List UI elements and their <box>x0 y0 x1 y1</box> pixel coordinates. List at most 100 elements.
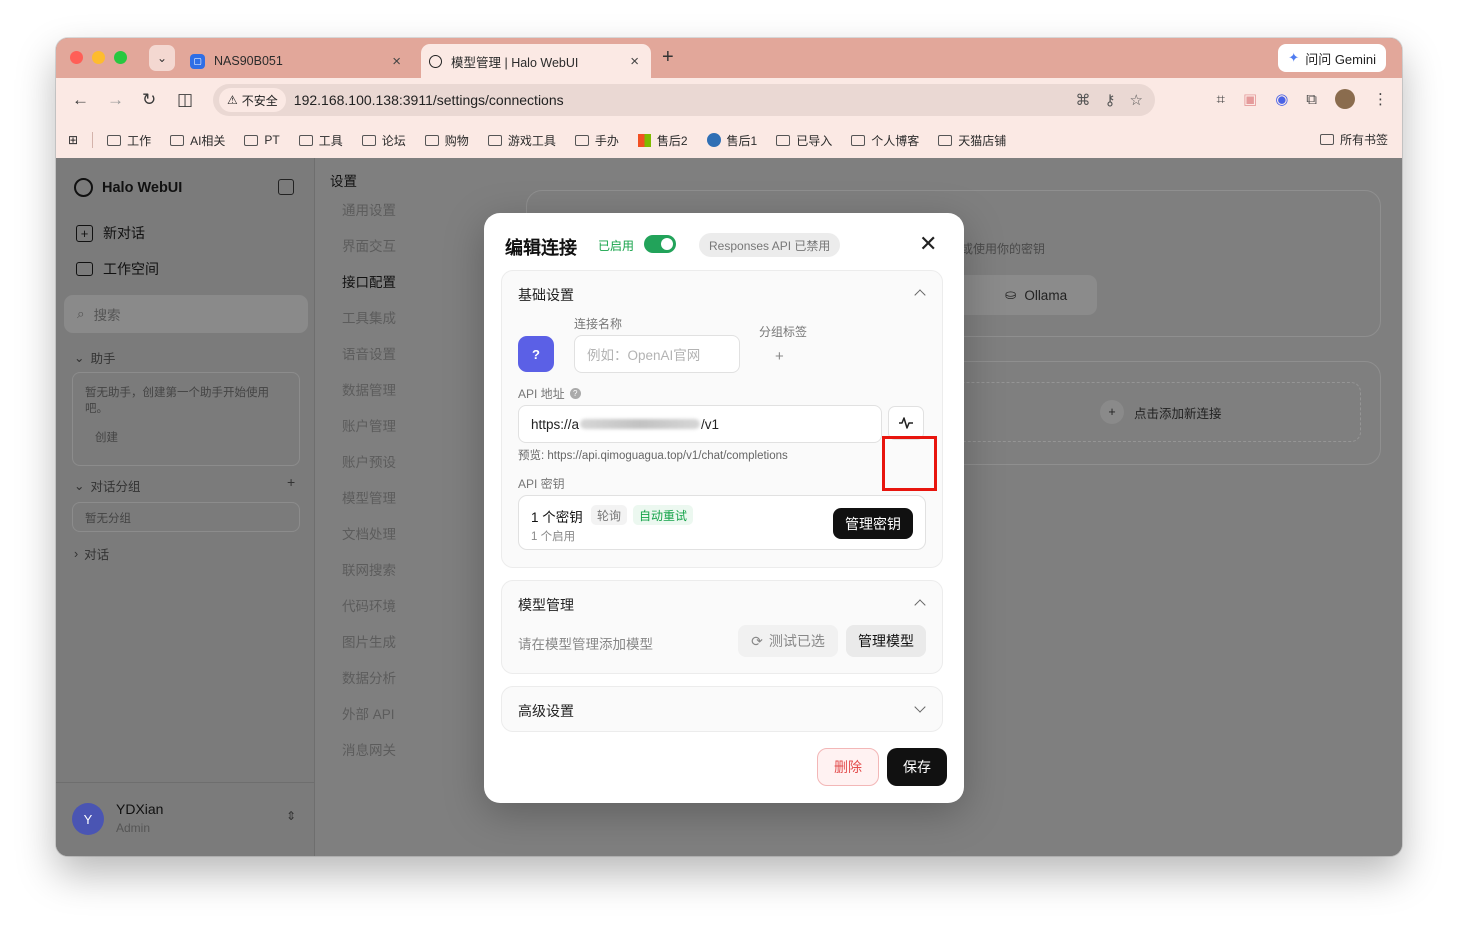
tab-halo-webui[interactable]: 模型管理 | Halo WebUI × <box>421 44 651 78</box>
bookmark-folder[interactable]: 工作 <box>107 132 151 149</box>
minimize-window-button[interactable] <box>92 51 105 64</box>
extension-icon[interactable]: ⌗ <box>1217 91 1225 108</box>
manage-models-button[interactable]: 管理模型 <box>846 625 926 657</box>
settings-nav-audio[interactable]: 语音设置 <box>342 343 396 363</box>
tab-search-button[interactable]: ⌄ <box>149 45 175 71</box>
groups-empty-card: 暂无分组 <box>72 502 300 532</box>
close-window-button[interactable] <box>70 51 83 64</box>
responses-api-badge[interactable]: Responses API 已禁用 <box>699 233 841 257</box>
settings-nav-web-search[interactable]: 联网搜索 <box>342 559 396 579</box>
folder-icon <box>170 134 185 146</box>
close-icon[interactable]: ✕ <box>919 233 937 255</box>
settings-nav-interface[interactable]: 界面交互 <box>342 235 396 255</box>
more-menu-icon[interactable]: ⋮ <box>1373 90 1388 108</box>
settings-nav-account-presets[interactable]: 账户预设 <box>342 451 396 471</box>
settings-nav-message-gateway[interactable]: 消息网关 <box>342 739 396 759</box>
extension-icon[interactable]: ◉ <box>1275 90 1288 108</box>
new-tab-button[interactable]: + <box>662 46 674 69</box>
close-tab-icon[interactable]: × <box>630 53 639 70</box>
profile-avatar[interactable] <box>1335 89 1355 109</box>
bookmark-folder[interactable]: AI相关 <box>170 132 225 149</box>
extensions-puzzle-icon[interactable]: ⧉ <box>1306 91 1317 108</box>
workspace-button[interactable]: 工作空间 <box>76 259 159 279</box>
bookmark-star-icon[interactable]: ☆ <box>1130 91 1143 109</box>
bookmark-link[interactable]: 售后1 <box>706 132 757 149</box>
settings-nav-documents[interactable]: 文档处理 <box>342 523 396 543</box>
new-chat-button[interactable]: + 新对话 <box>76 223 145 243</box>
chats-section-toggle[interactable]: › 对话 <box>74 544 109 563</box>
translate-icon[interactable]: ⌘ <box>1076 91 1091 109</box>
settings-nav-models[interactable]: 模型管理 <box>342 487 396 507</box>
settings-nav-external-api[interactable]: 外部 API <box>342 703 395 723</box>
delete-button[interactable]: 删除 <box>817 748 879 786</box>
enabled-toggle[interactable] <box>644 235 676 253</box>
groups-section-toggle[interactable]: ⌄ 对话分组 <box>74 476 141 495</box>
add-connection-button[interactable]: + 点击添加新连接 <box>1100 400 1222 424</box>
chevron-down-icon[interactable] <box>914 701 926 713</box>
api-url-input[interactable]: https://a /v1 <box>518 405 882 443</box>
settings-nav-data[interactable]: 数据管理 <box>342 379 396 399</box>
bookmark-folder[interactable]: 手办 <box>574 132 619 149</box>
forward-icon[interactable]: → <box>107 90 124 110</box>
tab-nas[interactable]: ▢ NAS90B051 × <box>183 44 413 78</box>
bookmark-label: 论坛 <box>381 133 406 148</box>
address-bar[interactable]: ⚠ 不安全 192.168.100.138:3911/settings/conn… <box>213 84 1155 116</box>
password-key-icon[interactable]: ⚷ <box>1105 91 1116 109</box>
add-tag-button[interactable]: + <box>775 348 784 365</box>
back-icon[interactable]: ← <box>72 90 89 110</box>
save-button[interactable]: 保存 <box>887 748 947 786</box>
ask-gemini-button[interactable]: ✦ 问问 Gemini <box>1278 44 1386 72</box>
auto-retry-badge: 自动重试 <box>633 505 694 525</box>
api-url-label: API 地址 <box>518 387 565 401</box>
bookmark-folder[interactable]: 个人博客 <box>851 132 919 149</box>
bookmark-folder[interactable]: 已导入 <box>776 132 832 149</box>
bookmark-label: 工作 <box>127 133 152 148</box>
user-menu[interactable]: Y YDXian Admin ⇕ <box>56 782 315 856</box>
bookmark-link[interactable]: 售后2 <box>637 132 688 149</box>
assistants-section-toggle[interactable]: ⌄ 助手 <box>74 348 116 367</box>
search-input[interactable]: ⌕ 搜索 <box>64 295 308 333</box>
bookmark-folder[interactable]: 论坛 <box>361 132 406 149</box>
settings-nav-code[interactable]: 代码环境 <box>342 595 396 615</box>
all-bookmarks[interactable]: 所有书签 <box>1319 131 1388 148</box>
folder-icon <box>107 134 122 146</box>
bookmark-folder[interactable]: 购物 <box>424 132 469 149</box>
apps-grid-icon[interactable]: ⊞ <box>68 133 78 147</box>
close-tab-icon[interactable]: × <box>392 53 401 70</box>
connection-name-input[interactable]: 例如：OpenAI官网 <box>574 335 740 373</box>
settings-nav-accounts[interactable]: 账户管理 <box>342 415 396 435</box>
add-group-icon[interactable]: + <box>287 474 295 490</box>
omnibox-actions: ⌘ ⚷ ☆ <box>1076 91 1143 109</box>
settings-nav-tools[interactable]: 工具集成 <box>342 307 396 327</box>
help-icon[interactable]: ? <box>569 388 581 399</box>
zoom-window-button[interactable] <box>114 51 127 64</box>
name-placeholder: 例如：OpenAI官网 <box>587 348 701 363</box>
test-connection-button[interactable] <box>888 406 924 440</box>
activity-icon <box>899 417 913 429</box>
security-chip[interactable]: ⚠ 不安全 <box>219 88 286 112</box>
connection-avatar-button[interactable]: ? <box>518 336 554 372</box>
folder-icon <box>244 134 259 146</box>
bookmark-folder[interactable]: PT <box>244 133 280 147</box>
test-selected-button[interactable]: ⟳ 测试已选 <box>738 625 838 657</box>
bookmark-folder[interactable]: 游戏工具 <box>487 132 556 149</box>
url-text[interactable]: 192.168.100.138:3911/settings/connection… <box>294 92 564 108</box>
bookmark-folder[interactable]: 天猫店铺 <box>938 132 1006 149</box>
extension-icon[interactable]: ▣ <box>1243 90 1257 108</box>
reload-icon[interactable]: ↻ <box>142 90 156 110</box>
split-view-icon[interactable]: ◫ <box>177 90 193 110</box>
key-mode-badge: 轮询 <box>591 505 628 525</box>
chevron-up-icon[interactable] <box>914 599 926 611</box>
collapse-sidebar-icon[interactable] <box>278 179 294 195</box>
create-assistant-button[interactable]: 创建 <box>95 429 287 445</box>
advanced-settings-panel[interactable]: 高级设置 <box>501 686 943 732</box>
settings-nav-analytics[interactable]: 数据分析 <box>342 667 396 687</box>
edit-connection-modal: 编辑连接 已启用 Responses API 已禁用 ✕ 基础设置 ? 连接名称… <box>484 213 964 803</box>
bookmark-label: 个人博客 <box>871 133 920 148</box>
settings-nav-connections[interactable]: 接口配置 <box>342 271 396 291</box>
settings-nav-general[interactable]: 通用设置 <box>342 199 396 219</box>
manage-keys-button[interactable]: 管理密钥 <box>833 508 913 539</box>
chevron-up-icon[interactable] <box>914 289 926 301</box>
settings-nav-images[interactable]: 图片生成 <box>342 631 396 651</box>
bookmark-folder[interactable]: 工具 <box>298 132 343 149</box>
